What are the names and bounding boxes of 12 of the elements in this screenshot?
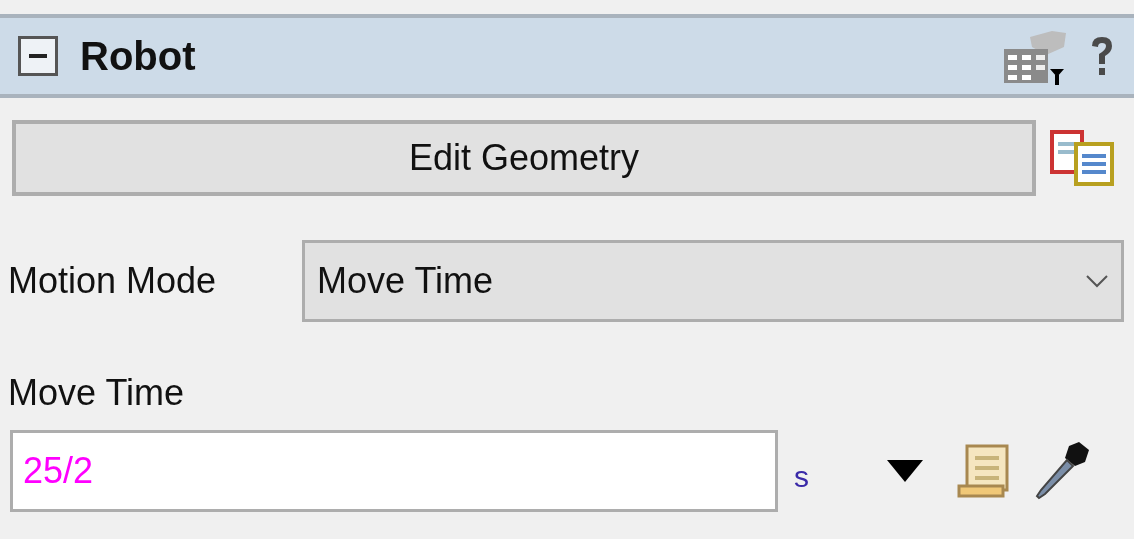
unit-label: s (794, 458, 809, 495)
panel-title: Robot (80, 33, 196, 80)
collapse-button[interactable] (18, 36, 58, 76)
chevron-down-icon (1085, 274, 1109, 288)
field-label: Move Time (8, 371, 186, 415)
field-label: Motion Mode (8, 259, 218, 303)
minus-icon (29, 54, 47, 58)
copy-documents-icon[interactable] (1050, 130, 1116, 186)
motion-mode-dropdown[interactable]: Move Time (302, 240, 1124, 322)
edit-geometry-button[interactable]: Edit Geometry (12, 120, 1036, 196)
dropdown-arrow-icon[interactable] (887, 460, 923, 482)
eyedropper-icon[interactable] (1035, 440, 1091, 502)
